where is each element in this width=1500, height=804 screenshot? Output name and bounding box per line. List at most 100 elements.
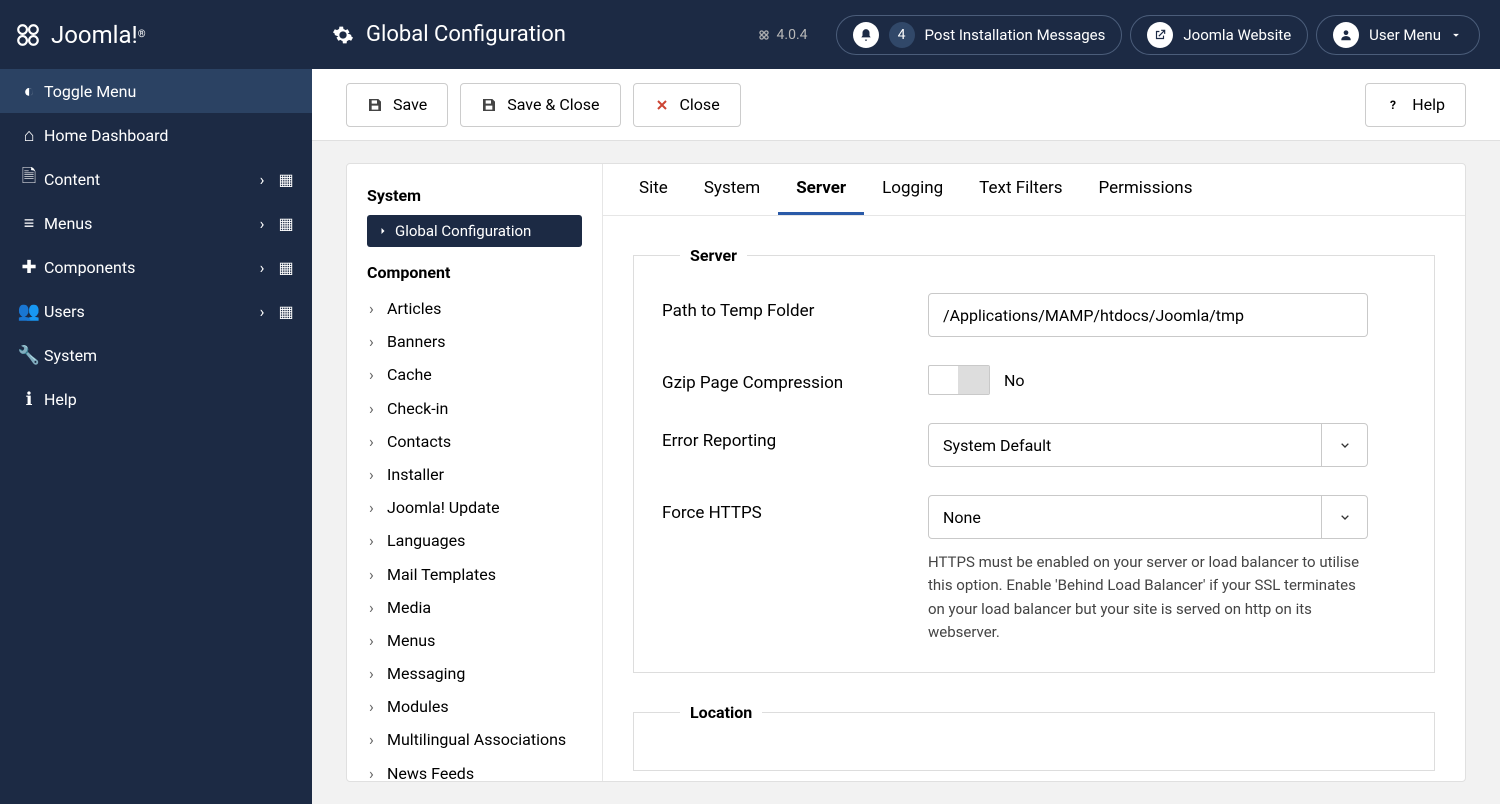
location-legend: Location (680, 703, 762, 722)
tree-item-menus[interactable]: ›Menus (367, 624, 582, 657)
tree-item-joomla--update[interactable]: ›Joomla! Update (367, 491, 582, 524)
tree-item-label: Modules (387, 697, 449, 716)
chevron-right-icon (377, 225, 389, 237)
logo[interactable]: Joomla!® (0, 0, 312, 69)
user-icon (1333, 22, 1359, 48)
tmp-folder-label: Path to Temp Folder (662, 293, 928, 337)
tabs: SiteSystemServerLoggingText FiltersPermi… (603, 164, 1465, 216)
tree-item-label: Multilingual Associations (387, 730, 566, 749)
chevron-down-icon (1321, 424, 1367, 466)
tab-system[interactable]: System (686, 164, 778, 215)
nav-label: Components (44, 258, 250, 277)
tree-item-label: Banners (387, 332, 446, 351)
sidebar-item-components[interactable]: ✚Components›▦ (0, 245, 312, 289)
tree-item-label: Articles (387, 299, 441, 318)
tree-item-label: Menus (387, 631, 435, 650)
tab-server[interactable]: Server (778, 164, 864, 215)
nav-icon: ℹ (14, 389, 44, 410)
user-menu-label: User Menu (1369, 26, 1441, 44)
nav-label: Help (44, 390, 298, 409)
chevron-right-icon: › (250, 302, 274, 321)
tree-item-label: Global Configuration (395, 222, 531, 240)
tree-item-messaging[interactable]: ›Messaging (367, 657, 582, 690)
sidebar-item-system[interactable]: 🔧System (0, 333, 312, 377)
close-label: Close (680, 95, 720, 114)
tree-item-multilingual-associations[interactable]: ›Multilingual Associations (367, 723, 582, 756)
tree-item-installer[interactable]: ›Installer (367, 458, 582, 491)
tab-site[interactable]: Site (621, 164, 686, 215)
bell-icon (853, 22, 879, 48)
tmp-folder-input[interactable] (928, 293, 1368, 337)
server-legend: Server (680, 246, 747, 265)
chevron-right-icon: › (369, 565, 387, 584)
chevron-right-icon: › (369, 764, 387, 781)
external-link-icon (1147, 22, 1173, 48)
tree-item-news-feeds[interactable]: ›News Feeds (367, 757, 582, 781)
chevron-right-icon: › (369, 465, 387, 484)
dashboard-icon[interactable]: ▦ (274, 302, 298, 321)
nav-icon: ≡ (14, 213, 44, 234)
error-reporting-label: Error Reporting (662, 423, 928, 467)
help-button[interactable]: ?Help (1365, 83, 1466, 127)
tree-item-languages[interactable]: ›Languages (367, 524, 582, 557)
user-menu[interactable]: User Menu (1316, 15, 1480, 55)
tree-item-articles[interactable]: ›Articles (367, 292, 582, 325)
tab-text-filters[interactable]: Text Filters (961, 164, 1080, 215)
tree-item-modules[interactable]: ›Modules (367, 690, 582, 723)
toolbar: Save Save & Close Close ?Help (312, 69, 1500, 141)
post-install-messages[interactable]: 4 Post Installation Messages (836, 15, 1123, 55)
nav-label: Users (44, 302, 250, 321)
save-button[interactable]: Save (346, 83, 448, 127)
tab-permissions[interactable]: Permissions (1081, 164, 1211, 215)
page-title: Global Configuration (366, 22, 566, 47)
gzip-toggle[interactable] (928, 365, 990, 395)
chevron-down-icon (1321, 496, 1367, 538)
nav-label: Content (44, 170, 250, 189)
gear-icon (332, 24, 354, 46)
version-badge[interactable]: 4.0.4 (757, 27, 808, 43)
tab-logging[interactable]: Logging (864, 164, 961, 215)
sidebar-item-home-dashboard[interactable]: ⌂Home Dashboard (0, 113, 312, 157)
tree-item-banners[interactable]: ›Banners (367, 325, 582, 358)
tree-item-global-config[interactable]: Global Configuration (367, 215, 582, 247)
panel: System Global Configuration Component ›A… (346, 163, 1466, 782)
tree-item-media[interactable]: ›Media (367, 591, 582, 624)
tree-item-check-in[interactable]: ›Check-in (367, 392, 582, 425)
nav-label: Menus (44, 214, 250, 233)
dashboard-icon[interactable]: ▦ (274, 170, 298, 189)
nav-icon: ⌂ (14, 125, 44, 146)
dashboard-icon[interactable]: ▦ (274, 214, 298, 233)
joomla-website-link[interactable]: Joomla Website (1130, 15, 1308, 55)
error-reporting-select[interactable]: System Default (928, 423, 1368, 467)
tree-item-cache[interactable]: ›Cache (367, 358, 582, 391)
chevron-right-icon: › (250, 214, 274, 233)
joomla-icon (15, 22, 41, 48)
sidebar-item-content[interactable]: 🗎Content›▦ (0, 157, 312, 201)
chevron-right-icon: › (369, 697, 387, 716)
tree-item-mail-templates[interactable]: ›Mail Templates (367, 558, 582, 591)
save-close-button[interactable]: Save & Close (460, 83, 620, 127)
topbar: Global Configuration 4.0.4 4 Post Instal… (312, 0, 1500, 69)
tree-item-label: Languages (387, 531, 465, 550)
close-button[interactable]: Close (633, 83, 741, 127)
tree-item-label: Cache (387, 365, 432, 384)
tree-item-label: Contacts (387, 432, 451, 451)
chevron-right-icon: › (250, 258, 274, 277)
component-heading: Component (367, 263, 582, 282)
chevron-right-icon: › (369, 299, 387, 318)
sidebar-item-menus[interactable]: ≡Menus›▦ (0, 201, 312, 245)
system-heading: System (367, 186, 582, 205)
sidebar-item-users[interactable]: 👥Users›▦ (0, 289, 312, 333)
tree-item-label: Mail Templates (387, 565, 496, 584)
toggle-menu[interactable]: ◐ Toggle Menu (0, 69, 312, 113)
dashboard-icon[interactable]: ▦ (274, 258, 298, 277)
nav-icon: ✚ (14, 257, 44, 278)
tree-item-contacts[interactable]: ›Contacts (367, 425, 582, 458)
question-icon: ? (1386, 97, 1402, 113)
force-https-label: Force HTTPS (662, 495, 928, 644)
force-https-select[interactable]: None (928, 495, 1368, 539)
chevron-right-icon: › (250, 170, 274, 189)
close-icon (654, 97, 670, 113)
sidebar-item-help[interactable]: ℹHelp (0, 377, 312, 421)
save-icon (481, 97, 497, 113)
